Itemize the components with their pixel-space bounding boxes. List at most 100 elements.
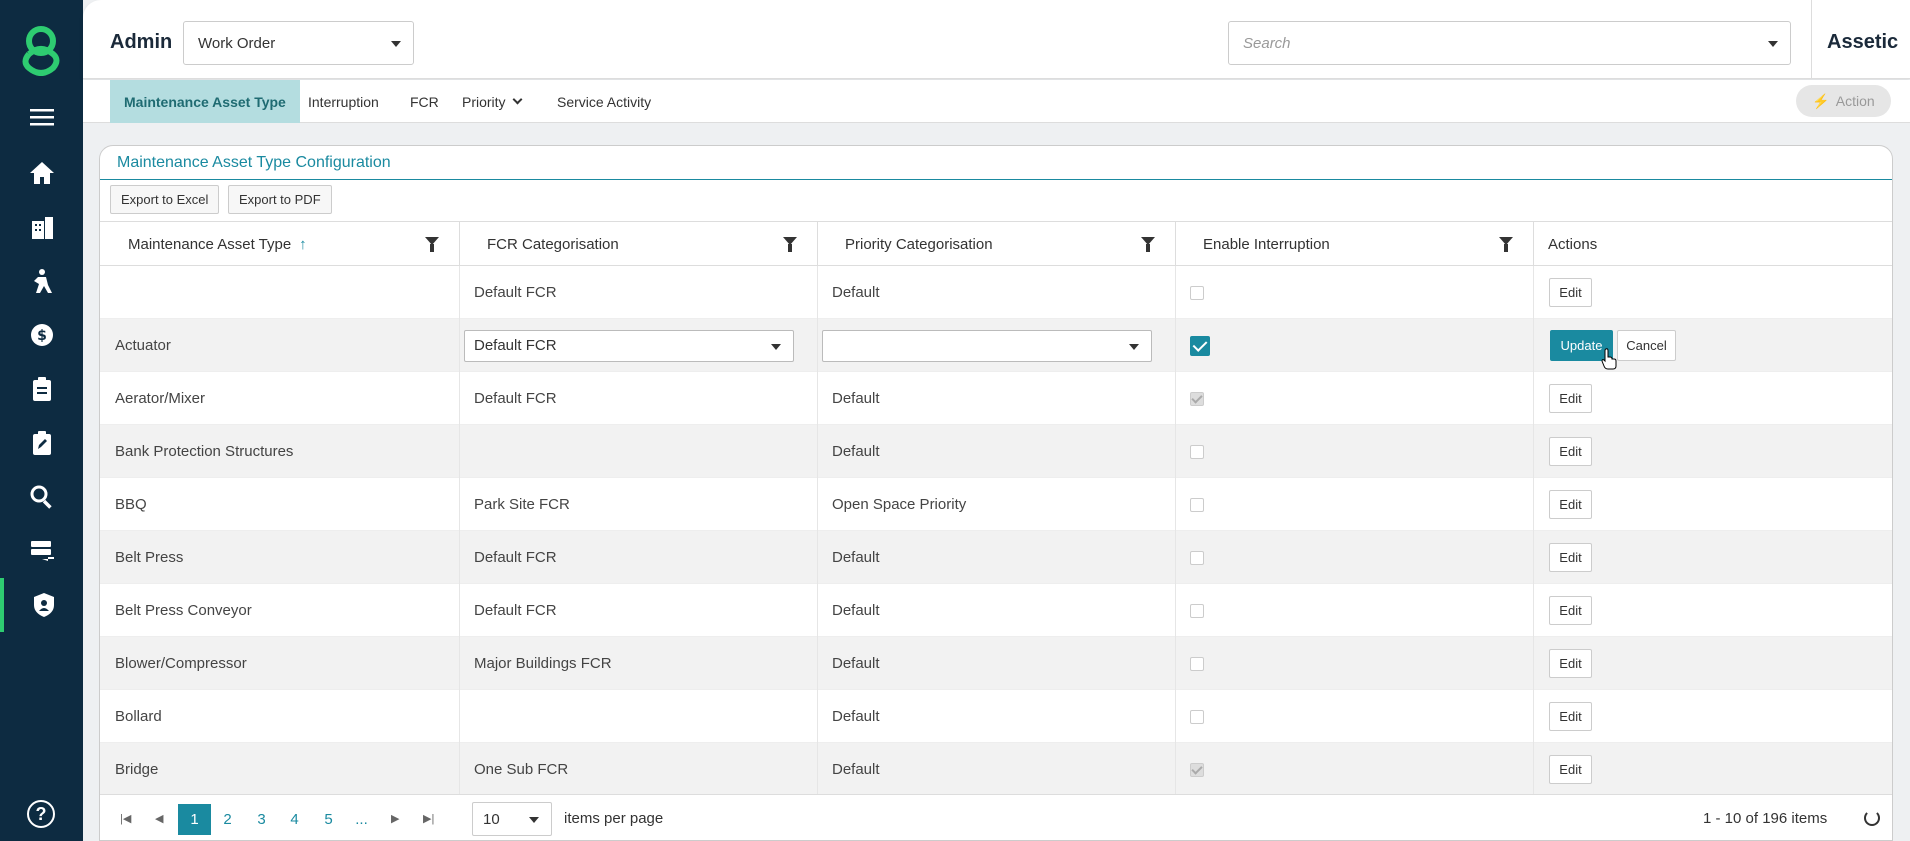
table-row[interactable]: Belt Press Default FCR Default Edit [100,531,1892,584]
cell-maintenance-asset-type: Actuator [100,319,460,372]
page-number[interactable]: 4 [278,804,311,835]
server-transfer-icon[interactable] [0,524,83,578]
enable-interruption-checkbox[interactable] [1190,335,1210,356]
column-header-fcr-categorisation[interactable]: FCR Categorisation [460,222,818,266]
edit-button[interactable]: Edit [1549,543,1592,572]
edit-button[interactable]: Edit [1549,278,1592,307]
edit-button[interactable]: Edit [1549,755,1592,784]
cell-priority-categorisation: Default [818,743,1176,796]
buildings-icon[interactable] [0,200,83,254]
enable-interruption-checkbox [1190,656,1204,671]
assetic-logo-icon[interactable] [20,24,63,76]
column-header-maintenance-asset-type[interactable]: Maintenance Asset Type ↑ [100,222,460,266]
table-row[interactable]: Belt Press Conveyor Default FCR Default Edi… [100,584,1892,637]
tab-fcr[interactable]: FCR [396,80,453,123]
cell-actions: Edit [1534,425,1892,478]
cell-maintenance-asset-type: Belt Press Conveyor [100,584,460,637]
next-page-icon[interactable]: ▶ [391,812,399,825]
table-row[interactable]: BBQ Park Site FCR Open Space Priority Edit [100,478,1892,531]
table-row[interactable]: Default FCR Default Edit [100,266,1892,319]
search-icon[interactable] [0,470,83,524]
cell-priority-categorisation: Default [818,372,1176,425]
worker-icon[interactable] [0,254,83,308]
chevron-down-icon [1768,41,1778,47]
cancel-button[interactable]: Cancel [1617,330,1676,361]
enable-interruption-checkbox [1190,285,1204,300]
edit-button[interactable]: Edit [1549,649,1592,678]
cell-enable-interruption [1176,319,1534,372]
module-select[interactable]: Work Order [183,21,414,65]
table-row[interactable]: Bank Protection Structures Default Edit [100,425,1892,478]
cell-fcr-categorisation [460,425,818,478]
cell-maintenance-asset-type [100,266,460,319]
edit-button[interactable]: Edit [1549,596,1592,625]
cell-fcr-categorisation: Default FCR [460,372,818,425]
brand-name: Assetic [1827,31,1899,53]
column-header-priority-categorisation[interactable]: Priority Categorisation [818,222,1176,266]
prev-page-icon[interactable]: ◀ [155,812,163,825]
cell-fcr-categorisation: Park Site FCR [460,478,818,531]
enable-interruption-checkbox [1190,444,1204,459]
last-page-icon[interactable]: ▶| [423,812,434,825]
tab-service-activity[interactable]: Service Activity [543,80,665,123]
cell-enable-interruption [1176,478,1534,531]
home-icon[interactable] [0,146,83,200]
enable-interruption-checkbox [1190,497,1204,512]
fcr-dropdown[interactable]: Default FCR [464,329,794,362]
table-row[interactable]: Blower/Compressor Major Buildings FCR Defa… [100,637,1892,690]
refresh-icon[interactable] [1864,810,1880,826]
search-input[interactable]: Search [1228,21,1791,65]
export-excel-button[interactable]: Export to Excel [110,185,220,214]
clipboard-list-icon[interactable] [0,362,83,416]
page-number[interactable]: 5 [312,804,345,835]
help-icon[interactable]: ? [27,800,55,828]
filter-icon[interactable] [783,237,797,252]
tab-maintenance-asset-type[interactable]: Maintenance Asset Type [110,80,300,123]
panel-title: Maintenance Asset Type Configuration [117,154,391,171]
admin-shield-icon[interactable] [0,578,83,632]
page-number[interactable]: 3 [245,804,278,835]
table-row[interactable]: Aerator/Mixer Default FCR Default Edit [100,372,1892,425]
page-more[interactable]: ... [345,804,378,835]
cell-actions: Edit [1534,743,1892,796]
filter-icon[interactable] [425,237,439,252]
column-header-enable-interruption[interactable]: Enable Interruption [1176,222,1534,266]
edit-button[interactable]: Edit [1549,437,1592,466]
menu-icon[interactable] [0,90,83,144]
chevron-down-icon [529,817,539,823]
page-number[interactable]: 1 [178,804,211,835]
table-row[interactable]: Actuator Default FCR Update Cancel [100,319,1892,372]
filter-icon[interactable] [1499,237,1513,252]
tab-interruption[interactable]: Interruption [294,80,393,123]
priority-dropdown[interactable] [822,329,1152,362]
tab-priority[interactable]: Priority [448,80,535,123]
edit-button[interactable]: Edit [1549,490,1592,519]
clipboard-edit-icon[interactable] [0,416,83,470]
cell-priority-categorisation: Default [818,637,1176,690]
sidebar: $ ? [0,0,83,841]
chevron-down-icon [771,343,781,350]
cell-fcr-categorisation: Default FCR [460,319,818,372]
action-button[interactable]: ⚡ Action [1796,85,1891,117]
column-header-label: Priority Categorisation [845,235,993,253]
table-row[interactable]: Bridge One Sub FCR Default Edit [100,743,1892,796]
cell-maintenance-asset-type: Bank Protection Structures [100,425,460,478]
edit-button[interactable]: Edit [1549,702,1592,731]
page-title: Admin [110,31,173,53]
cell-maintenance-asset-type: Bollard [100,690,460,743]
cell-actions: Edit [1534,478,1892,531]
cell-enable-interruption [1176,531,1534,584]
filter-icon[interactable] [1141,237,1155,252]
header-divider [1811,0,1812,79]
cell-fcr-categorisation: Default FCR [460,584,818,637]
page-size-select[interactable]: 10 [472,802,552,836]
first-page-icon[interactable]: |◀ [120,812,131,825]
export-pdf-button[interactable]: Export to PDF [228,185,332,214]
cell-enable-interruption [1176,743,1534,796]
search-placeholder: Search [1243,34,1291,52]
finance-icon[interactable]: $ [0,308,83,362]
table-row[interactable]: Bollard Default Edit [100,690,1892,743]
edit-button[interactable]: Edit [1549,384,1592,413]
cell-priority-categorisation: Open Space Priority [818,478,1176,531]
page-number[interactable]: 2 [211,804,244,835]
